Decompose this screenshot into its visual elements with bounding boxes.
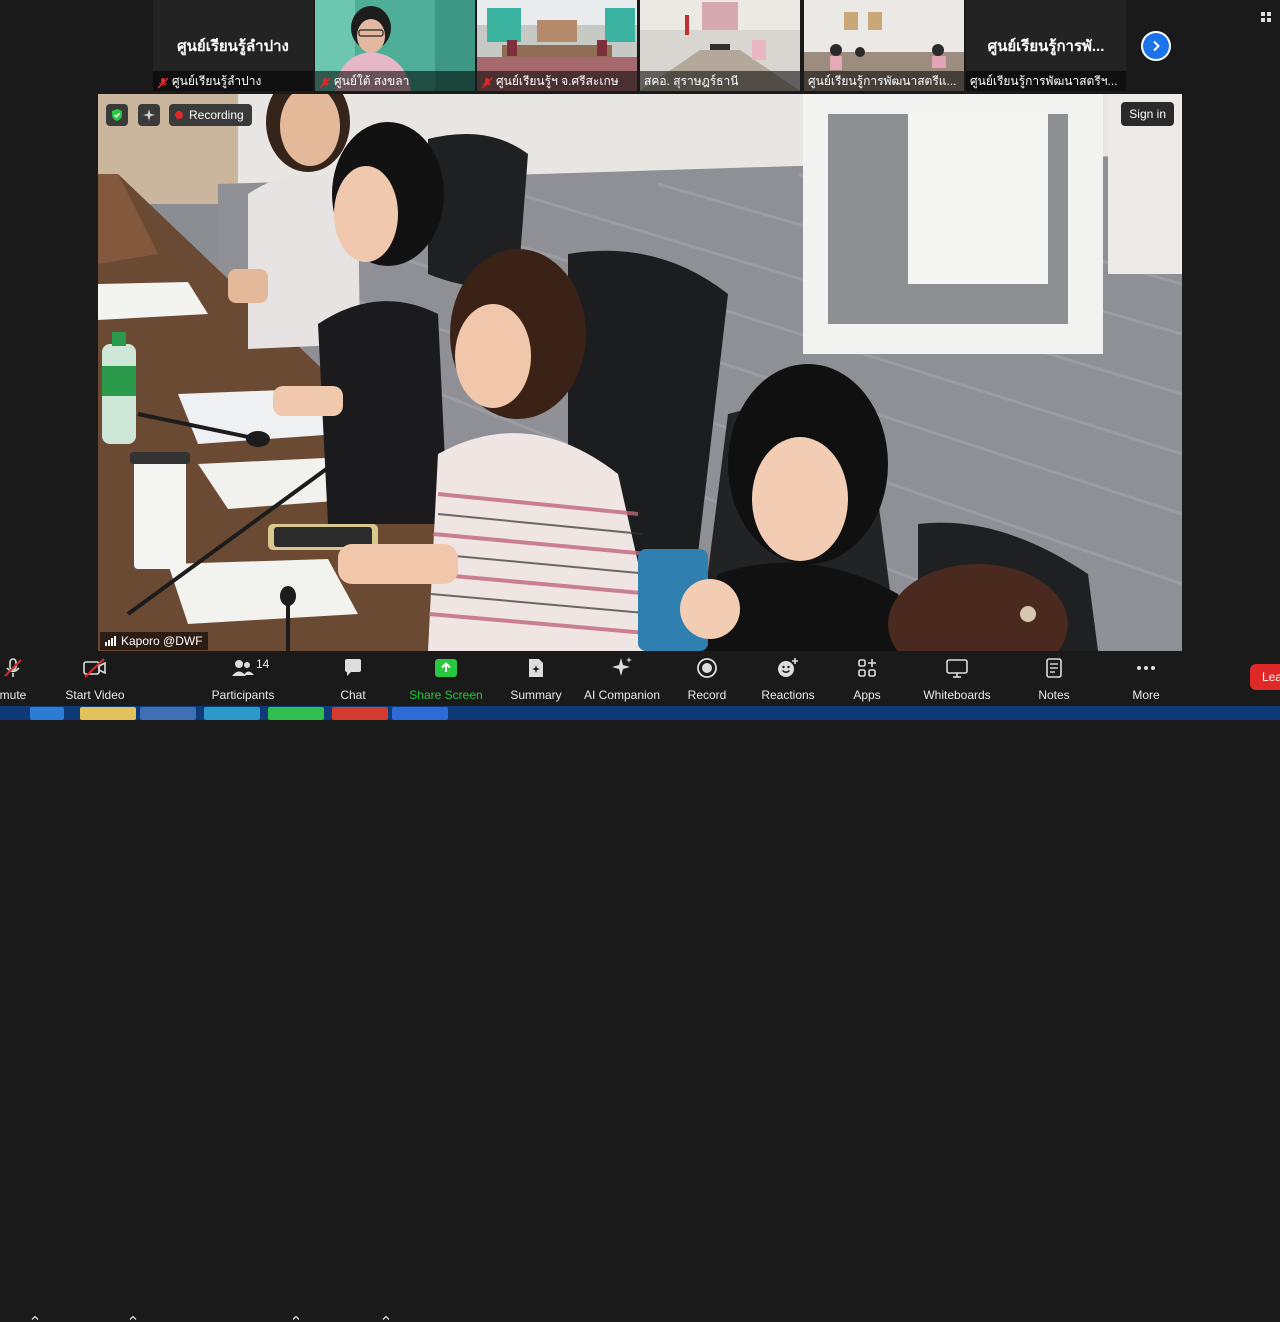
start-icon[interactable]	[30, 707, 64, 720]
participant-count: 14	[256, 657, 270, 671]
toolbar-label: Whiteboards	[923, 688, 991, 702]
participant-caption: ศูนย์เรียนรู้ลำปาง	[153, 71, 313, 91]
participant-tile-2[interactable]: ศูนย์ใต้ สงขลา	[315, 0, 475, 91]
participant-name: สคอ. สุราษฎร์ธานี	[644, 74, 739, 88]
video-off-icon	[83, 658, 106, 678]
toolbar-label: Record	[687, 688, 727, 702]
toolbar-label: Participants	[211, 688, 275, 702]
browser-icon[interactable]	[204, 707, 260, 720]
apps-icon	[858, 659, 876, 677]
active-speaker-video: Recording Sign in Kaporo @DWF	[98, 94, 1182, 651]
toolbar-label: Apps	[853, 688, 881, 702]
sign-in-button[interactable]: Sign in	[1121, 102, 1174, 126]
zoom-app-icon[interactable]	[392, 707, 448, 720]
notes-icon	[1046, 658, 1062, 678]
toolbar-label: Notes	[1038, 688, 1070, 702]
next-page-button[interactable]	[1141, 31, 1171, 61]
participants-icon	[232, 660, 254, 676]
participant-caption: ศูนย์เรียนรู้การพัฒนาสตรีฯ...	[966, 71, 1126, 91]
ai-companion-button[interactable]: AI Companion	[580, 655, 664, 703]
ai-companion-icon	[612, 657, 632, 676]
mute-button[interactable]: mute	[0, 655, 40, 703]
toolbar-label: Summary	[510, 688, 562, 702]
sparkle-icon	[143, 109, 155, 121]
recording-label: Recording	[189, 108, 244, 122]
participant-display-name: ศูนย์เรียนรู้ลำปาง	[177, 38, 289, 55]
toolbar-label: AI Companion	[583, 688, 661, 702]
whiteboard-icon	[946, 659, 968, 678]
summary-icon	[529, 659, 543, 677]
toolbar-label: Start Video	[65, 688, 125, 702]
recording-indicator[interactable]: Recording	[169, 104, 252, 126]
participant-tile-3[interactable]: ศูนย์เรียนรู้ฯ จ.ศรีสะเกษ	[477, 0, 637, 91]
signal-strength-icon	[105, 636, 116, 646]
notes-button[interactable]: Notes	[1032, 655, 1076, 703]
toolbar-label: mute	[0, 688, 27, 702]
chat-button[interactable]: Chat	[330, 655, 376, 703]
encryption-shield-button[interactable]	[106, 104, 128, 126]
toolbar-label: Chat	[340, 688, 366, 702]
ai-companion-indicator-button[interactable]	[138, 104, 160, 126]
participants-button[interactable]: 14 Participants	[210, 655, 276, 703]
participant-caption: ศูนย์ใต้ สงขลา	[315, 71, 475, 91]
summary-button[interactable]: Summary	[503, 655, 569, 703]
recording-dot-icon	[175, 111, 183, 119]
mic-off-icon	[319, 75, 331, 89]
toolbar-label: More	[1132, 688, 1160, 702]
chat-icon	[345, 659, 361, 676]
participant-strip: ศูนย์เรียนรู้ลำปาง ศูนย์เรียนรู้ลำปาง ศู…	[0, 0, 1280, 93]
shield-icon	[112, 109, 122, 121]
leave-button[interactable]: Lea	[1250, 664, 1280, 690]
participant-tile-1[interactable]: ศูนย์เรียนรู้ลำปาง ศูนย์เรียนรู้ลำปาง	[153, 0, 313, 91]
chrome-icon[interactable]	[332, 707, 388, 720]
file-explorer-icon[interactable]	[80, 707, 136, 720]
reactions-button[interactable]: Reactions	[758, 655, 818, 703]
participant-tile-4[interactable]: สคอ. สุราษฎร์ธานี	[640, 0, 800, 91]
os-taskbar	[0, 706, 1280, 720]
chevron-up-icon[interactable]	[292, 1314, 300, 1322]
record-button[interactable]: Record	[682, 655, 732, 703]
participant-display-name: ศูนย์เรียนรู้การพั...	[987, 38, 1105, 55]
apps-button[interactable]: Apps	[845, 655, 889, 703]
participant-caption: สคอ. สุราษฎร์ธานี	[640, 71, 800, 91]
participant-caption: ศูนย์เรียนรู้การพัฒนาสตรีแ...	[804, 71, 964, 91]
speaker-name-label: Kaporo @DWF	[100, 632, 208, 650]
whiteboards-button[interactable]: Whiteboards	[920, 655, 994, 703]
participant-caption: ศูนย์เรียนรู้ฯ จ.ศรีสะเกษ	[477, 71, 637, 91]
mic-off-icon	[157, 75, 169, 89]
toolbar-label: Share Screen	[409, 688, 483, 702]
share-screen-icon	[435, 659, 457, 677]
taskbar-app-icon[interactable]	[140, 707, 196, 720]
participant-tile-6[interactable]: ศูนย์เรียนรู้การพั... ศูนย์เรียนรู้การพั…	[966, 0, 1126, 91]
chevron-up-icon[interactable]	[382, 1314, 390, 1322]
participant-tile-5[interactable]: ศูนย์เรียนรู้การพัฒนาสตรีแ...	[804, 0, 964, 91]
participant-name: ศูนย์เรียนรู้ฯ จ.ศรีสะเกษ	[496, 74, 619, 88]
participant-name: ศูนย์เรียนรู้การพัฒนาสตรีฯ...	[970, 74, 1118, 88]
toolbar-label: Reactions	[761, 688, 815, 702]
line-app-icon[interactable]	[268, 707, 324, 720]
view-grid-icon[interactable]	[1261, 12, 1273, 24]
start-video-button[interactable]: Start Video	[62, 655, 128, 703]
participant-name: ศูนย์เรียนรู้การพัฒนาสตรีแ...	[808, 74, 957, 88]
more-button[interactable]: More	[1124, 655, 1168, 703]
mic-off-icon	[4, 658, 22, 677]
speaker-name: Kaporo @DWF	[121, 634, 203, 648]
reactions-icon	[778, 658, 798, 677]
more-icon	[1137, 666, 1155, 670]
record-icon	[697, 658, 717, 678]
chevron-right-icon	[1153, 40, 1160, 52]
participant-name: ศูนย์เรียนรู้ลำปาง	[172, 74, 262, 88]
share-screen-button[interactable]: Share Screen	[406, 655, 486, 703]
meeting-toolbar: mute Start Video 14 Participants Chat Sh…	[0, 651, 1280, 1320]
participant-name: ศูนย์ใต้ สงขลา	[334, 74, 410, 88]
chevron-up-icon[interactable]	[129, 1314, 137, 1322]
mic-off-icon	[481, 75, 493, 89]
chevron-up-icon[interactable]	[31, 1314, 39, 1322]
meeting-room-scene	[98, 94, 1182, 651]
